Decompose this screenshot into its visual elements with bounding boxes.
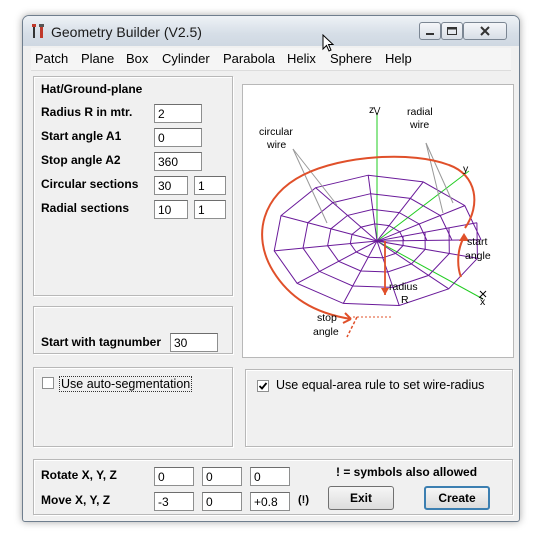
stop-angle-label-2: angle	[313, 326, 339, 338]
stop-angle-label: Stop angle A2	[41, 153, 121, 167]
create-button[interactable]: Create	[424, 486, 490, 510]
auto-segmentation-panel: Use auto-segmentation	[33, 367, 233, 447]
radius-label-2: R	[401, 294, 409, 306]
z-axis-label: z	[369, 104, 374, 116]
close-button[interactable]	[463, 22, 507, 40]
checkmark-icon	[258, 382, 268, 390]
mouse-cursor-icon	[322, 34, 335, 52]
rotate-z-input[interactable]	[250, 467, 290, 486]
menu-patch[interactable]: Patch	[35, 51, 68, 66]
rotate-label: Rotate X, Y, Z	[41, 468, 117, 482]
rotate-x-input[interactable]	[154, 467, 194, 486]
diagram-svg: z y x radial wire circular wire start an…	[259, 104, 491, 338]
menu-helix[interactable]: Helix	[287, 51, 316, 66]
stop-angle-input[interactable]	[154, 152, 202, 171]
x-axis-label: x	[480, 296, 486, 308]
close-icon	[480, 26, 490, 36]
menu-help[interactable]: Help	[385, 51, 412, 66]
move-note: (!)	[298, 494, 309, 506]
y-axis-label: y	[463, 163, 469, 175]
radial-wire-label-1: radial	[407, 106, 433, 118]
rotate-y-input[interactable]	[202, 467, 242, 486]
wire-grid	[273, 174, 482, 307]
equal-area-panel: Use equal-area rule to set wire-radius	[245, 369, 513, 447]
tagnumber-panel: Start with tagnumber	[33, 306, 233, 354]
equal-area-label[interactable]: Use equal-area rule to set wire-radius	[276, 378, 484, 392]
radial-sections-label: Radial sections	[41, 201, 130, 215]
window-title: Geometry Builder (V2.5)	[51, 24, 202, 40]
circular-wire-label-1: circular	[259, 126, 293, 138]
tools-app-icon	[32, 24, 44, 38]
minimize-button[interactable]	[419, 22, 441, 40]
exit-button[interactable]: Exit	[328, 486, 394, 510]
circumference-arc	[261, 155, 476, 320]
minimize-icon	[426, 33, 434, 35]
menu-parabola[interactable]: Parabola	[223, 51, 275, 66]
geometry-builder-window: Geometry Builder (V2.5) Patch Plane Box …	[22, 15, 520, 522]
hat-geometry-diagram: z y x radial wire circular wire start an…	[242, 84, 514, 358]
circular-wire-label-2: wire	[266, 139, 286, 151]
radius-label-1: radius	[389, 281, 418, 293]
hat-ground-plane-panel: Hat/Ground-plane Radius R in mtr. Start …	[33, 76, 233, 296]
move-z-input[interactable]	[250, 492, 290, 511]
radial-wire	[376, 205, 465, 242]
title-bar[interactable]: Geometry Builder (V2.5)	[23, 16, 519, 46]
start-angle-arc	[457, 238, 464, 278]
menu-sphere[interactable]: Sphere	[330, 51, 372, 66]
menu-box[interactable]: Box	[126, 51, 148, 66]
radius-label: Radius R in mtr.	[41, 105, 133, 119]
tagnumber-input[interactable]	[170, 333, 218, 352]
radial-segments-input[interactable]	[194, 200, 226, 219]
panel-heading: Hat/Ground-plane	[41, 82, 143, 96]
maximize-icon	[447, 27, 457, 35]
equal-area-checkbox[interactable]	[257, 380, 269, 392]
radial-wire	[367, 175, 378, 242]
start-angle-label-1: start	[467, 236, 488, 248]
transform-panel: Rotate X, Y, Z Move X, Y, Z (!) ! = symb…	[33, 459, 513, 515]
radial-sections-input[interactable]	[154, 200, 188, 219]
auto-segmentation-label[interactable]: Use auto-segmentation	[59, 376, 193, 392]
move-x-input[interactable]	[154, 492, 194, 511]
maximize-button[interactable]	[441, 22, 463, 40]
radius-input[interactable]	[154, 104, 202, 123]
move-y-input[interactable]	[202, 492, 242, 511]
move-label: Move X, Y, Z	[41, 493, 111, 507]
radial-wire	[376, 240, 400, 306]
start-angle-input[interactable]	[154, 128, 202, 147]
menu-bar: Patch Plane Box Cylinder Parabola Helix …	[31, 48, 511, 71]
symbols-note: ! = symbols also allowed	[336, 465, 478, 479]
tagnumber-label: Start with tagnumber	[41, 335, 162, 349]
circular-sections-label: Circular sections	[41, 177, 139, 191]
auto-segmentation-checkbox[interactable]	[42, 377, 54, 389]
circular-sections-input[interactable]	[154, 176, 188, 195]
stop-angle-label-1: stop	[317, 312, 337, 324]
start-angle-label: Start angle A1	[41, 129, 122, 143]
menu-plane[interactable]: Plane	[81, 51, 114, 66]
radial-wire-label-2: wire	[409, 119, 429, 131]
start-angle-label-2: angle	[465, 250, 491, 262]
circular-segments-input[interactable]	[194, 176, 226, 195]
menu-cylinder[interactable]: Cylinder	[162, 51, 210, 66]
